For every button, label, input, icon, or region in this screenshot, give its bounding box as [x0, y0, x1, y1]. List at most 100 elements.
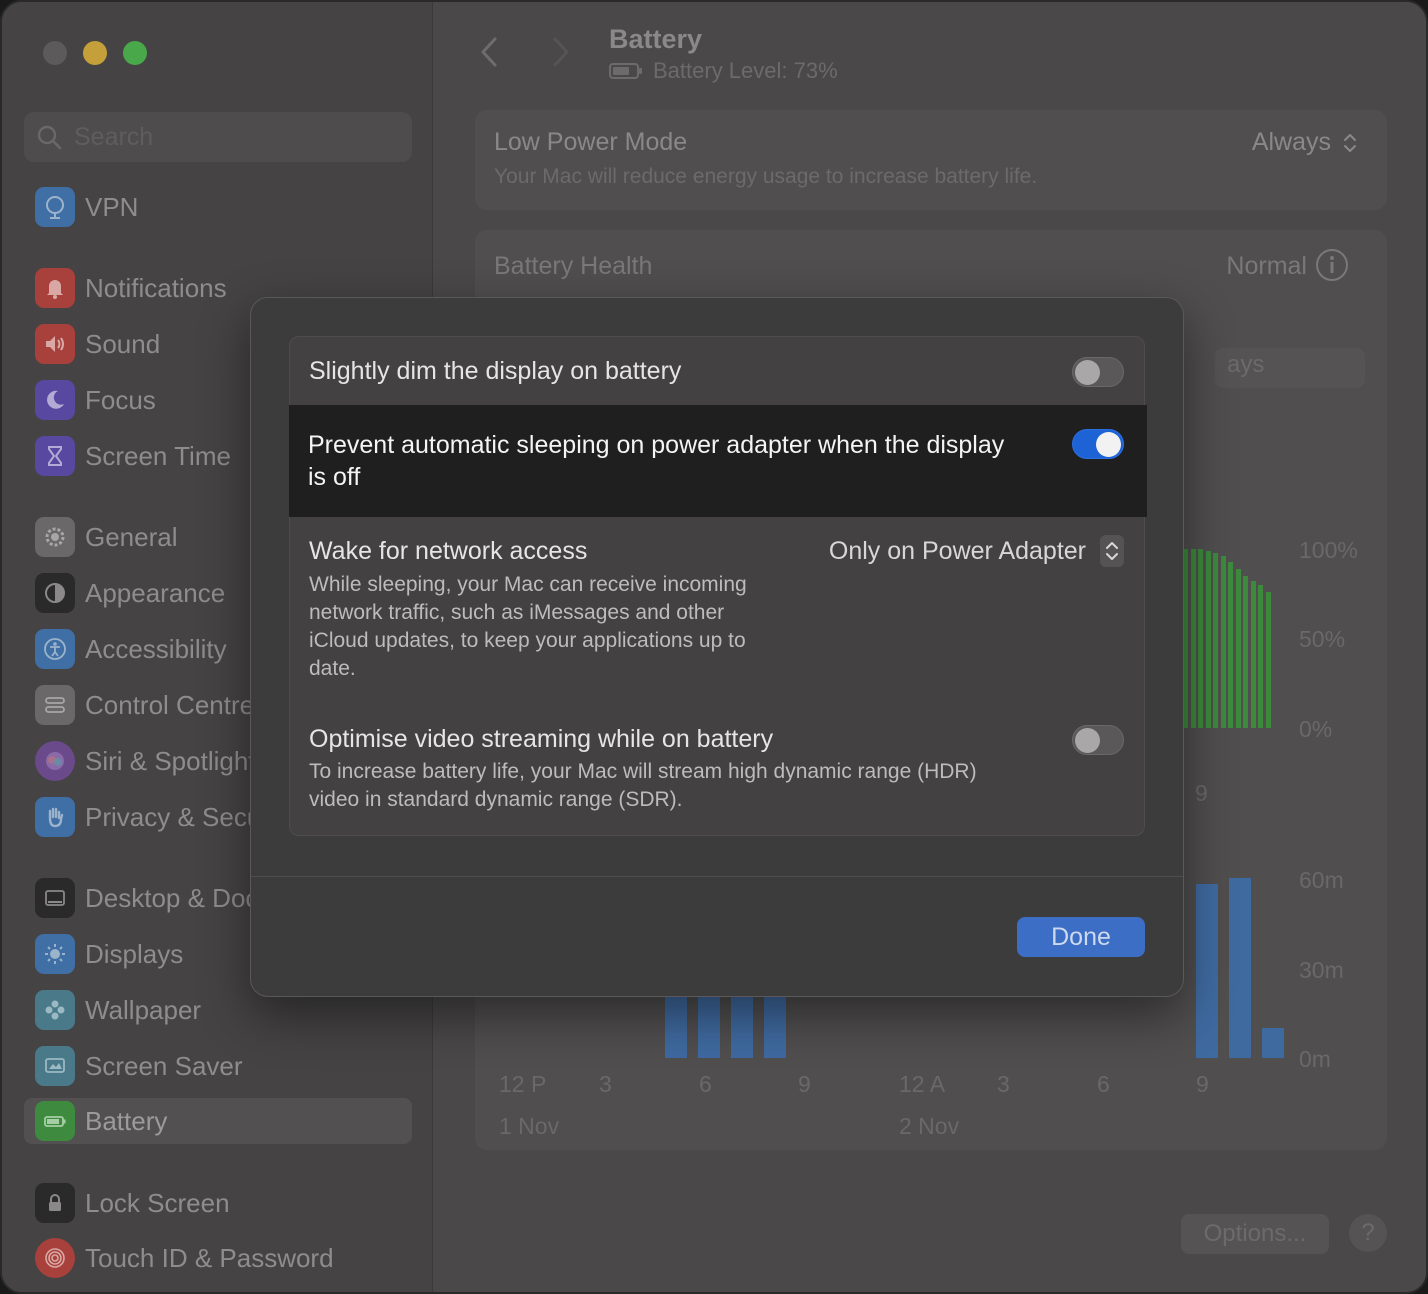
- speaker-icon: [35, 324, 75, 364]
- sidebar-item-lock-screen[interactable]: Lock Screen: [24, 1180, 412, 1226]
- x-tick-label: 12 A: [899, 1071, 946, 1097]
- x-tick-label: 6: [699, 1071, 712, 1097]
- x-tick-label: 3: [997, 1071, 1010, 1097]
- day-label: 2 Nov: [899, 1113, 960, 1139]
- screensaver-icon: [35, 1046, 75, 1086]
- toggle-knob: [1075, 360, 1100, 385]
- sidebar-item-label: Siri & Spotlight: [85, 745, 256, 776]
- optimise-video-label: Optimise video streaming while on batter…: [309, 725, 774, 753]
- x-tick-label: 9: [798, 1071, 811, 1097]
- search-input[interactable]: [74, 122, 374, 152]
- low-power-mode-select[interactable]: Always: [1252, 128, 1331, 157]
- options-button[interactable]: Options...: [1181, 1214, 1329, 1254]
- sidebar-item-label: Control Centre: [85, 689, 255, 720]
- optimise-video-row: Optimise video streaming while on batter…: [290, 707, 1146, 835]
- search-field[interactable]: [24, 112, 412, 162]
- window-controls: [43, 41, 147, 65]
- low-power-mode-card: Low Power Mode Your Mac will reduce ener…: [475, 110, 1387, 210]
- battery-level-bar: [1190, 549, 1196, 728]
- info-icon[interactable]: [1315, 248, 1349, 282]
- search-icon: [37, 125, 62, 150]
- battery-level-bar: [1198, 549, 1203, 728]
- level-axis-label-0: 0%: [1299, 716, 1333, 742]
- battery-level-icon: [609, 63, 642, 79]
- close-window-button[interactable]: [43, 41, 67, 65]
- help-button[interactable]: ?: [1349, 1214, 1387, 1252]
- sidebar-item-label: Displays: [85, 938, 184, 969]
- x-tick-label: 9: [1196, 1071, 1209, 1097]
- wake-network-description: While sleeping, your Mac can receive inc…: [309, 573, 747, 680]
- battery-icon: [35, 1101, 75, 1141]
- optimise-video-description: To increase battery life, your Mac will …: [309, 760, 977, 811]
- wake-network-select[interactable]: Only on Power Adapter: [829, 537, 1086, 566]
- battery-level-bar: [1220, 556, 1226, 728]
- toggle-knob: [1075, 728, 1100, 753]
- flower-icon: [35, 990, 75, 1030]
- battery-level-bar: [1205, 550, 1211, 728]
- sidebar-item-label: Desktop & Dock: [85, 882, 272, 913]
- prevent-sleep-toggle[interactable]: [1072, 429, 1124, 459]
- sidebar-item-battery[interactable]: Battery: [24, 1098, 412, 1144]
- usage-bar: [1196, 884, 1218, 1058]
- x-tick-label: 6: [1097, 1071, 1110, 1097]
- options-list: Slightly dim the display on battery Prev…: [289, 336, 1147, 836]
- level-axis-label-100: 100%: [1299, 537, 1358, 563]
- toggle-knob: [1096, 432, 1121, 457]
- hourglass-icon: [35, 436, 75, 476]
- sidebar-item-label: General: [85, 521, 178, 552]
- battery-level-text: Battery Level: 73%: [653, 58, 838, 83]
- sidebar-item-label: Accessibility: [85, 633, 227, 664]
- sidebar-item-label: Battery: [85, 1105, 168, 1136]
- usage-axis-label-30m: 30m: [1299, 957, 1344, 983]
- globe-icon: [35, 187, 75, 227]
- usage-axis-label-60m: 60m: [1299, 867, 1344, 893]
- prevent-sleep-label: Prevent automatic sleeping on power adap…: [308, 431, 1005, 491]
- back-arrow-icon[interactable]: [475, 35, 505, 69]
- sidebar-item-label: Appearance: [85, 577, 226, 608]
- battery-level-bar: [1243, 575, 1248, 728]
- battery-level-bar: [1235, 568, 1241, 728]
- minimize-window-button[interactable]: [83, 41, 107, 65]
- low-power-mode-subtitle: Your Mac will reduce energy usage to inc…: [494, 165, 1038, 188]
- sidebar-item-touch-id-password[interactable]: Touch ID & Password: [24, 1235, 412, 1281]
- dim-display-toggle[interactable]: [1072, 357, 1124, 387]
- sidebar-item-label: Screen Saver: [85, 1050, 243, 1081]
- battery-health-value: Normal: [1226, 252, 1307, 280]
- chevron-updown-icon[interactable]: [1100, 535, 1124, 567]
- sidebar-item-label: Screen Time: [85, 440, 231, 471]
- gear-icon: [35, 517, 75, 557]
- sidebar-item-screen-saver[interactable]: Screen Saver: [24, 1043, 412, 1089]
- day-label: 1 Nov: [499, 1113, 560, 1139]
- battery-level-bar: [1228, 561, 1233, 728]
- done-button[interactable]: Done: [1017, 917, 1145, 957]
- low-power-mode-title: Low Power Mode: [494, 128, 688, 156]
- optimise-video-toggle[interactable]: [1072, 725, 1124, 755]
- lock-icon: [35, 1183, 75, 1223]
- sidebar-item-label: VPN: [85, 191, 139, 222]
- battery-level-bar: [1250, 581, 1256, 728]
- chevron-updown-icon[interactable]: [1341, 130, 1359, 156]
- forward-arrow-icon[interactable]: [545, 35, 575, 69]
- usage-bar: [1229, 878, 1251, 1058]
- usage-axis-label-0m: 0m: [1299, 1046, 1331, 1072]
- page-title: Battery: [609, 24, 703, 54]
- x-tick-label: 12 P: [499, 1071, 547, 1097]
- control-centre-icon: [35, 685, 75, 725]
- zoom-window-button[interactable]: [123, 41, 147, 65]
- sun-icon: [35, 934, 75, 974]
- usage-bar: [1262, 1028, 1284, 1058]
- fingerprint-icon: [35, 1238, 75, 1278]
- time-range-selector-label: ays: [1227, 351, 1265, 378]
- siri-icon: [35, 741, 75, 781]
- level-x-tick: 9: [1195, 780, 1208, 806]
- moon-icon: [35, 380, 75, 420]
- sidebar-item-label: Lock Screen: [85, 1187, 230, 1218]
- sidebar-item-label: Focus: [85, 384, 156, 415]
- sidebar-item-vpn[interactable]: VPN: [24, 184, 412, 230]
- dim-display-row: Slightly dim the display on battery: [290, 337, 1146, 405]
- battery-options-sheet: Slightly dim the display on battery Prev…: [250, 297, 1184, 997]
- battery-level-bar: [1265, 591, 1271, 728]
- sidebar-item-label: Notifications: [85, 272, 227, 303]
- appearance-icon: [35, 573, 75, 613]
- prevent-sleep-row: Prevent automatic sleeping on power adap…: [289, 405, 1147, 517]
